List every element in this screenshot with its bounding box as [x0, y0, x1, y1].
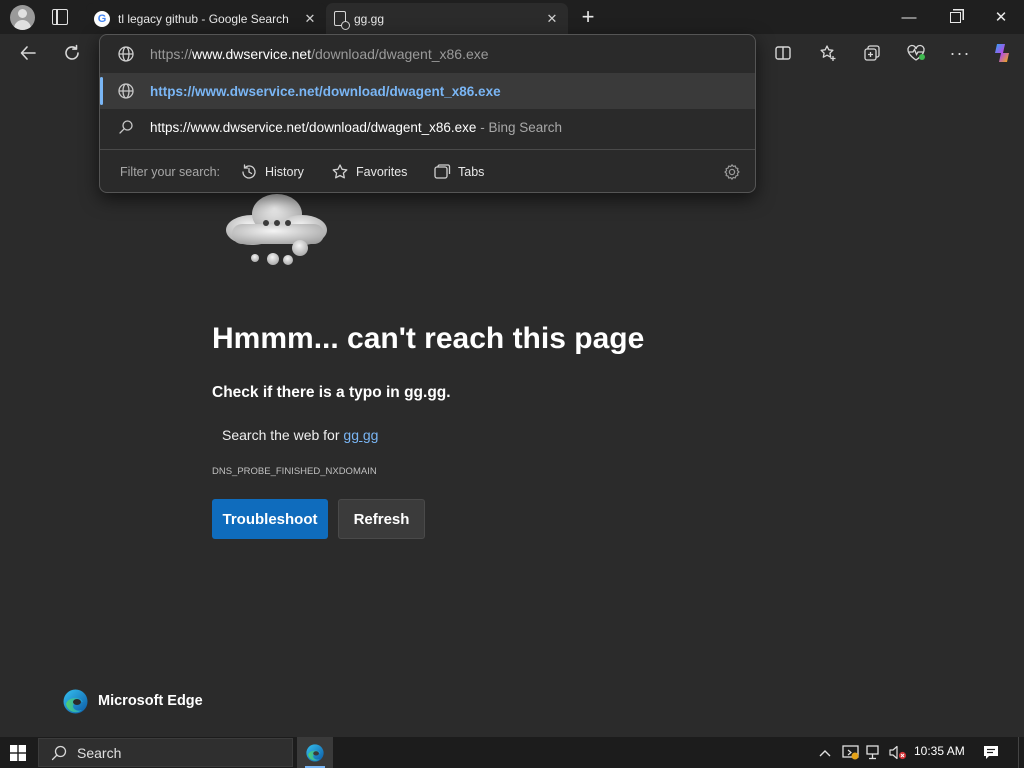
heart-pulse-icon — [907, 44, 925, 61]
clock[interactable]: 10:35 AM — [914, 744, 965, 758]
selection-indicator — [100, 77, 103, 105]
notifications-button[interactable] — [980, 737, 1002, 768]
filter-tabs-label: Tabs — [458, 165, 485, 179]
split-screen-button[interactable] — [765, 34, 801, 72]
suggestion-text: https://www.dwservice.net/download/dwage… — [150, 83, 501, 99]
back-button[interactable] — [10, 34, 46, 72]
ellipsis-icon: ··· — [949, 42, 971, 63]
suggestion-text: https://www.dwservice.net/download/dwage… — [150, 119, 477, 135]
start-button[interactable] — [0, 737, 36, 768]
search-settings-button[interactable] — [723, 150, 741, 192]
taskbar-edge-app[interactable] — [297, 737, 333, 768]
filter-label: Filter your search: — [120, 165, 221, 179]
copilot-button[interactable] — [984, 34, 1020, 72]
error-code: DNS_PROBE_FINISHED_NXDOMAIN — [212, 466, 377, 477]
url-prefix: https:// — [150, 46, 193, 62]
chevron-up-icon — [819, 749, 831, 756]
address-bar-dropdown: https://www.dwservice.net/download/dwage… — [99, 34, 756, 193]
search-link[interactable]: gg gg — [343, 427, 378, 443]
tab-title: tl legacy github - Google Search — [118, 11, 289, 26]
restore-icon — [949, 11, 961, 23]
network-disconnected-icon — [865, 745, 879, 760]
troubleshoot-button[interactable]: Troubleshoot — [212, 499, 328, 539]
close-window-button[interactable]: ✕ — [978, 0, 1024, 34]
favorites-button[interactable] — [810, 34, 846, 72]
tab-actions-icon[interactable] — [52, 9, 68, 25]
notification-icon — [984, 746, 998, 759]
new-tab-button[interactable]: + — [576, 3, 600, 31]
show-desktop-button[interactable] — [1018, 737, 1024, 768]
filter-tabs[interactable]: Tabs — [433, 150, 485, 192]
back-arrow-icon — [20, 46, 36, 60]
suggestion-bing-search[interactable]: https://www.dwservice.net/download/dwage… — [100, 109, 755, 145]
taskbar-search-box[interactable]: Search — [38, 738, 293, 767]
gear-icon — [724, 164, 740, 180]
close-tab-icon[interactable]: ✕ — [544, 11, 560, 27]
filter-history[interactable]: History — [240, 150, 304, 192]
collections-button[interactable] — [854, 34, 890, 72]
star-plus-icon — [820, 45, 836, 61]
windows-logo-icon — [10, 744, 26, 761]
search-suggestion: Search the web for gg gg — [222, 427, 378, 443]
more-options-button[interactable]: ··· — [942, 34, 978, 72]
copilot-icon — [995, 44, 1009, 62]
page-error-icon — [334, 11, 350, 30]
filter-history-label: History — [265, 165, 304, 179]
globe-icon — [116, 45, 136, 63]
offline-cloud-icon — [226, 194, 327, 265]
error-heading: Hmmm... can't reach this page — [212, 322, 645, 355]
url-path: /download/dwagent_x86.exe — [311, 46, 489, 62]
taskbar: Search 10:35 AM — [0, 737, 1024, 768]
search-icon — [116, 119, 136, 135]
tray-app-icon[interactable] — [840, 737, 860, 768]
refresh-button[interactable] — [54, 34, 90, 72]
address-bar-input[interactable]: https://www.dwservice.net/download/dwage… — [100, 36, 755, 72]
volume-muted-icon — [889, 745, 907, 760]
security-alert-icon — [841, 745, 859, 760]
volume-button[interactable] — [887, 737, 909, 768]
minimize-button[interactable]: — — [886, 0, 932, 34]
history-icon — [242, 164, 256, 179]
filter-favorites[interactable]: Favorites — [331, 150, 408, 192]
refresh-page-button[interactable]: Refresh — [338, 499, 425, 539]
star-icon — [332, 164, 348, 179]
tab-google-search[interactable]: G tl legacy github - Google Search ✕ — [86, 3, 326, 34]
taskbar-search-label: Search — [77, 744, 122, 761]
network-icon-button[interactable] — [864, 737, 884, 768]
profile-avatar[interactable] — [10, 5, 35, 30]
suggestion-suffix: - Bing Search — [476, 119, 562, 135]
split-screen-icon — [775, 46, 791, 60]
url-domain: www.dwservice.net — [192, 46, 312, 62]
error-subheading: Check if there is a typo in gg.gg. — [212, 384, 451, 401]
tab-gg-gg[interactable]: gg.gg ✕ — [326, 3, 568, 34]
show-hidden-icons-button[interactable] — [816, 737, 834, 768]
refresh-icon — [65, 44, 79, 60]
tab-title: gg.gg — [354, 11, 385, 26]
edge-brand-label: Microsoft Edge — [98, 693, 203, 709]
collections-icon — [864, 45, 880, 61]
search-prefix: Search the web for — [222, 427, 344, 443]
restore-button[interactable] — [932, 0, 978, 34]
close-tab-icon[interactable]: ✕ — [302, 11, 318, 27]
filter-favorites-label: Favorites — [356, 165, 408, 179]
title-bar: G tl legacy github - Google Search ✕ gg.… — [0, 0, 1024, 34]
google-g-icon: G — [94, 10, 110, 27]
suggestion-url[interactable]: https://www.dwservice.net/download/dwage… — [100, 73, 755, 109]
edge-logo-icon — [63, 689, 88, 714]
edge-icon — [306, 743, 324, 762]
browser-essentials-button[interactable] — [898, 34, 934, 72]
tabs-icon — [434, 164, 451, 179]
search-icon — [51, 745, 67, 760]
globe-icon — [116, 82, 136, 100]
